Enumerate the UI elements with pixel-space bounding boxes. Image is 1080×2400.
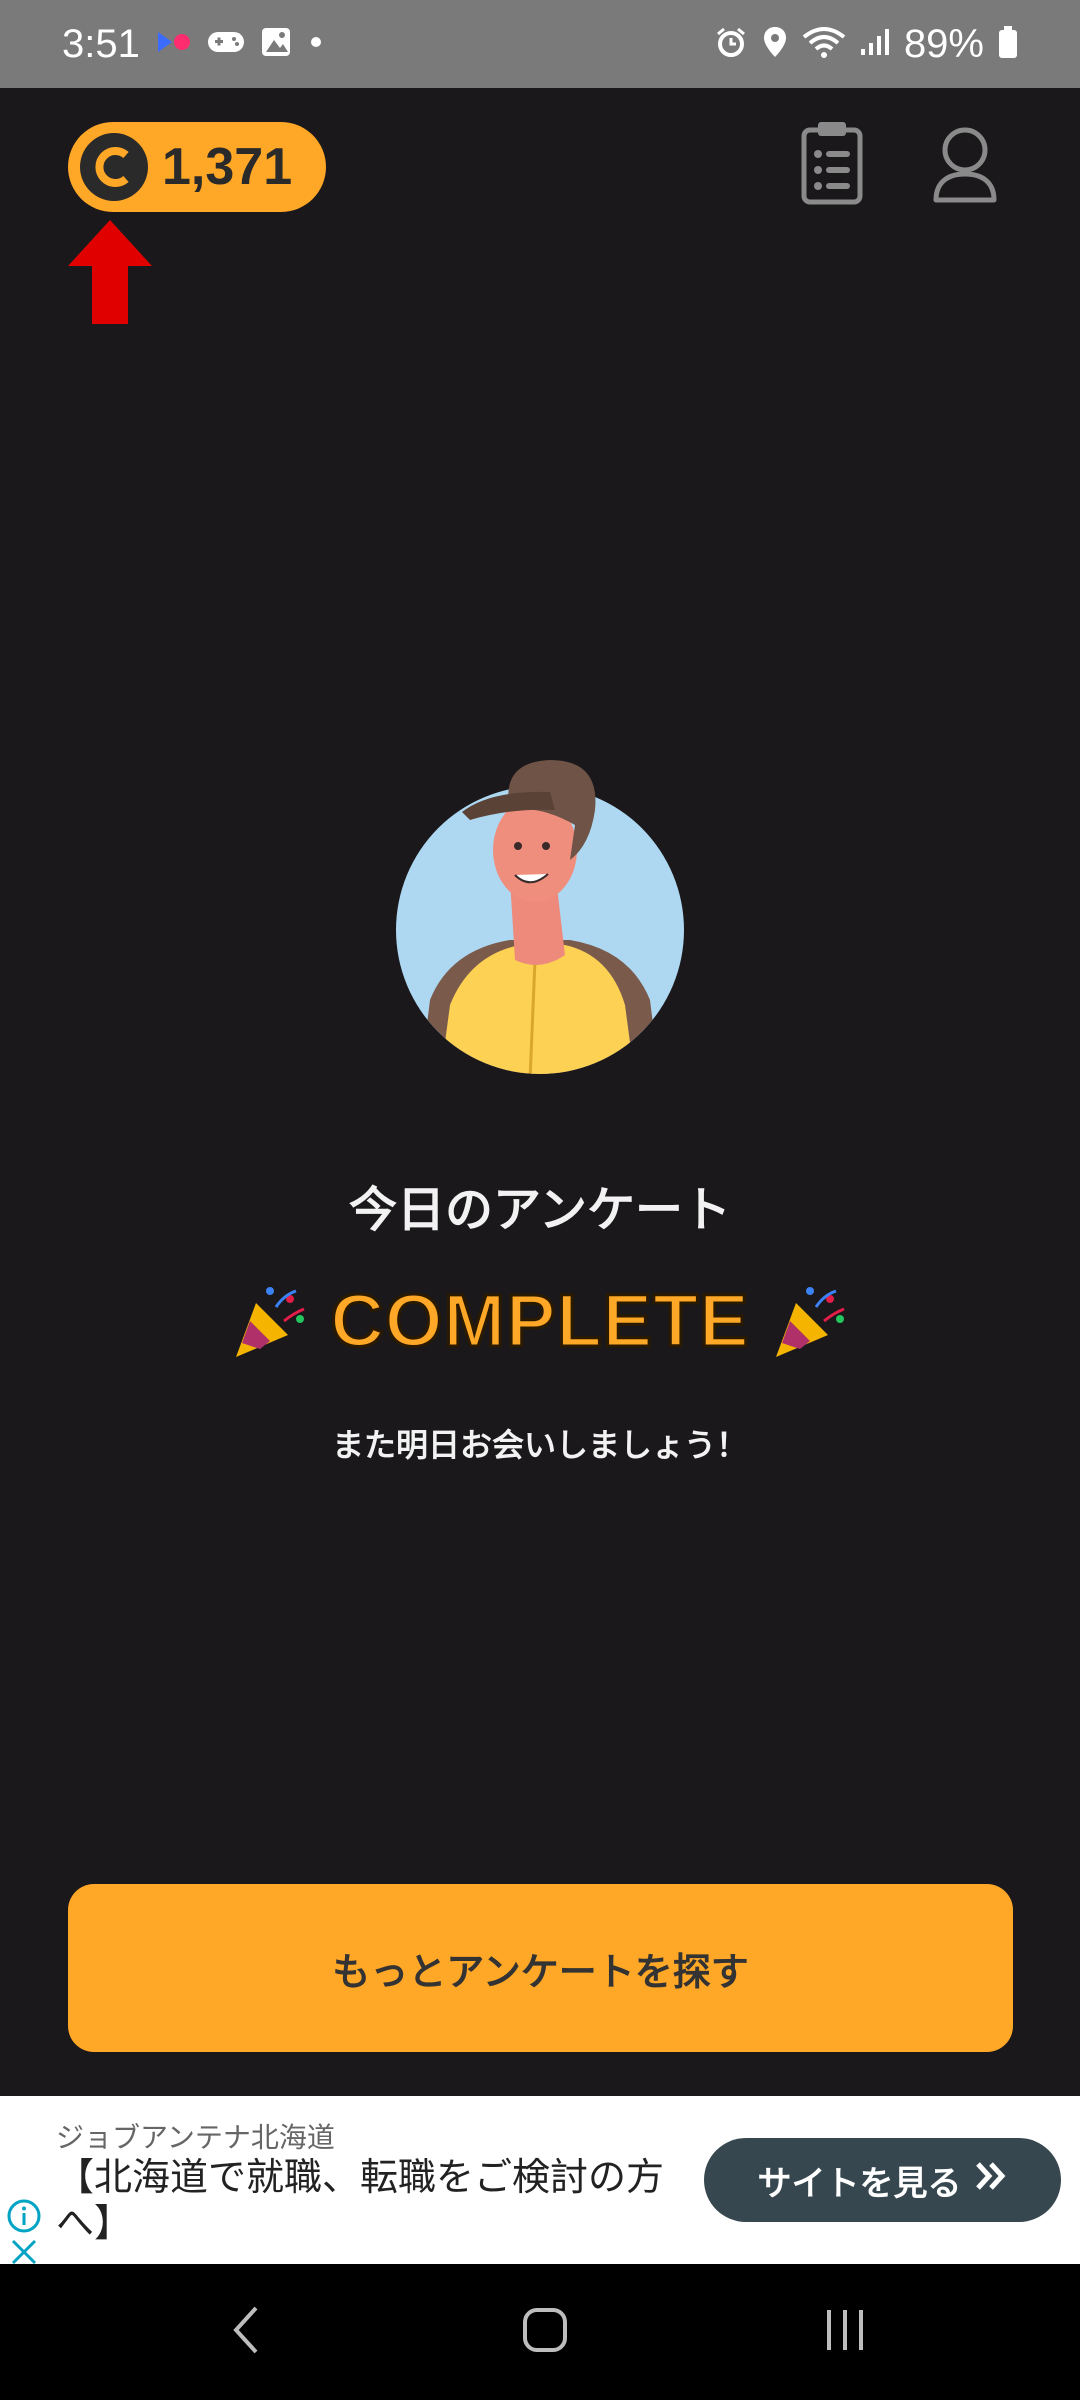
ad-cta-label: サイトを見る (757, 2163, 962, 2204)
page-title: 今日のアンケート (348, 1182, 732, 1238)
back-button[interactable] (200, 2264, 290, 2400)
gamepad-icon (206, 28, 246, 60)
system-nav-bar (0, 2264, 1080, 2400)
red-arrow-annotation (68, 220, 152, 328)
profile-icon[interactable] (930, 124, 1000, 204)
ad-visit-site-button[interactable]: サイトを見る (704, 2138, 1061, 2222)
recents-button[interactable] (800, 2264, 890, 2400)
location-icon (762, 25, 788, 63)
media-icon (157, 30, 192, 58)
coin-balance-badge[interactable]: 1,371 (68, 122, 326, 212)
ad-banner[interactable]: ジョブアンテナ北海道 【北海道で就職、転職をご検討の方へ】 サイトを見る (0, 2096, 1080, 2265)
subtitle: また明日お会いしましょう！ (331, 1426, 748, 1464)
find-more-surveys-button[interactable]: もっとアンケートを探す (68, 1884, 1013, 2052)
ad-info-icon[interactable] (6, 2198, 42, 2238)
alarm-icon (714, 25, 748, 63)
double-chevron-right-icon (974, 2160, 1008, 2200)
signal-icon (860, 27, 890, 61)
coin-count: 1,371 (162, 138, 293, 196)
status-bar: 3:51 89% (0, 0, 1080, 88)
home-button[interactable] (500, 2264, 590, 2400)
party-popper-icon (230, 1281, 310, 1361)
battery-percent: 89% (903, 21, 984, 66)
notification-icons (157, 26, 326, 62)
ad-headline[interactable]: 【北海道で就職、転職をご検討の方へ】 (56, 2154, 676, 2246)
home-icon (521, 2306, 569, 2358)
gallery-icon (260, 26, 292, 62)
battery-icon (998, 25, 1018, 63)
party-popper-icon (770, 1281, 850, 1361)
coin-icon (80, 133, 148, 201)
more-notifications-icon (306, 32, 326, 56)
clipboard-icon[interactable] (800, 120, 864, 206)
avatar-illustration (390, 750, 690, 1080)
complete-banner: COMPLETE (0, 1278, 1080, 1364)
wifi-icon (802, 25, 846, 63)
complete-label: COMPLETE (329, 1278, 750, 1364)
back-icon (228, 2304, 262, 2360)
status-time: 3:51 (62, 21, 140, 66)
recents-icon (821, 2308, 869, 2356)
ad-sponsor: ジョブアンテナ北海道 (56, 2121, 335, 2154)
